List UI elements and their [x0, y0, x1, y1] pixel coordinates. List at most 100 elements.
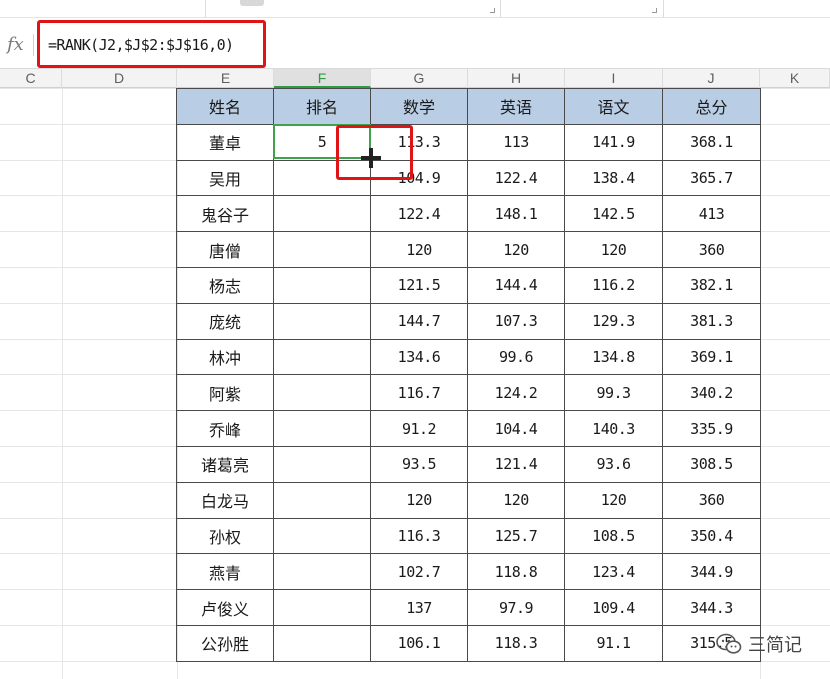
table-cell[interactable]: 阿紫	[176, 374, 274, 412]
table-cell[interactable]: 125.7	[467, 517, 565, 555]
table-cell[interactable]: 卢俊义	[176, 589, 274, 626]
table-cell[interactable]: 344.3	[662, 589, 761, 626]
table-cell[interactable]: 308.5	[662, 445, 761, 483]
table-cell[interactable]: 杨志	[176, 266, 274, 304]
table-header-cell[interactable]: 总分	[662, 88, 761, 125]
table-cell[interactable]: 99.3	[564, 374, 663, 412]
table-cell[interactable]: 诸葛亮	[176, 445, 274, 483]
table-cell[interactable]: 林冲	[176, 338, 274, 376]
dialog-launcher-icon[interactable]	[490, 8, 495, 13]
table-cell[interactable]: 5	[273, 123, 371, 161]
table-cell[interactable]: 109.4	[564, 589, 663, 626]
table-cell[interactable]	[273, 481, 371, 519]
table-cell[interactable]	[273, 338, 371, 376]
table-cell[interactable]: 120	[564, 231, 663, 268]
table-cell[interactable]: 91.2	[370, 410, 468, 447]
table-cell[interactable]: 108.5	[564, 517, 663, 555]
table-cell[interactable]: 116.2	[564, 266, 663, 304]
table-cell[interactable]: 公孙胜	[176, 624, 274, 662]
table-cell[interactable]: 140.3	[564, 410, 663, 447]
table-cell[interactable]: 122.4	[370, 195, 468, 233]
table-cell[interactable]: 381.3	[662, 302, 761, 340]
table-cell[interactable]: 144.4	[467, 266, 565, 304]
table-cell[interactable]: 102.7	[370, 553, 468, 591]
column-header-i[interactable]: I	[565, 69, 663, 88]
table-cell[interactable]: 350.4	[662, 517, 761, 555]
table-cell[interactable]: 118.8	[467, 553, 565, 591]
table-cell[interactable]: 118.3	[467, 624, 565, 662]
table-cell[interactable]: 庞统	[176, 302, 274, 340]
table-cell[interactable]	[273, 553, 371, 591]
table-cell[interactable]: 113.3	[370, 123, 468, 161]
table-cell[interactable]	[273, 517, 371, 555]
table-cell[interactable]: 唐僧	[176, 231, 274, 268]
column-header-d[interactable]: D	[62, 69, 177, 88]
table-cell[interactable]: 129.3	[564, 302, 663, 340]
table-cell[interactable]: 124.2	[467, 374, 565, 412]
column-header-e[interactable]: E	[178, 69, 274, 88]
table-cell[interactable]: 120	[467, 481, 565, 519]
toolbar-grip[interactable]	[240, 0, 264, 6]
table-cell[interactable]	[273, 410, 371, 447]
table-cell[interactable]: 93.6	[564, 445, 663, 483]
formula-input[interactable]: =RANK(J2,$J$2:$J$16,0)	[48, 36, 234, 54]
table-cell[interactable]: 120	[370, 481, 468, 519]
table-cell[interactable]: 白龙马	[176, 481, 274, 519]
table-cell[interactable]: 106.1	[370, 624, 468, 662]
table-header-cell[interactable]: 排名	[273, 88, 371, 125]
column-header-j[interactable]: J	[663, 69, 760, 88]
table-cell[interactable]: 乔峰	[176, 410, 274, 447]
table-cell[interactable]: 141.9	[564, 123, 663, 161]
table-cell[interactable]: 121.4	[467, 445, 565, 483]
table-cell[interactable]: 116.3	[370, 517, 468, 555]
table-cell[interactable]: 113	[467, 123, 565, 161]
table-cell[interactable]: 138.4	[564, 159, 663, 197]
table-cell[interactable]	[273, 266, 371, 304]
table-cell[interactable]	[273, 624, 371, 662]
table-cell[interactable]: 413	[662, 195, 761, 233]
table-cell[interactable]: 142.5	[564, 195, 663, 233]
table-cell[interactable]: 104.9	[370, 159, 468, 197]
table-cell[interactable]: 120	[564, 481, 663, 519]
table-cell[interactable]: 120	[370, 231, 468, 268]
column-header-g[interactable]: G	[371, 69, 468, 88]
table-cell[interactable]: 368.1	[662, 123, 761, 161]
column-header-k[interactable]: K	[760, 69, 830, 88]
dialog-launcher-icon[interactable]	[652, 8, 657, 13]
table-header-cell[interactable]: 语文	[564, 88, 663, 125]
table-cell[interactable]: 董卓	[176, 123, 274, 161]
table-cell[interactable]	[273, 159, 371, 197]
table-cell[interactable]: 123.4	[564, 553, 663, 591]
column-header-c[interactable]: C	[0, 69, 62, 88]
table-cell[interactable]: 吴用	[176, 159, 274, 197]
table-header-cell[interactable]: 姓名	[176, 88, 274, 125]
table-cell[interactable]: 335.9	[662, 410, 761, 447]
table-cell[interactable]: 382.1	[662, 266, 761, 304]
table-cell[interactable]: 104.4	[467, 410, 565, 447]
table-cell[interactable]: 91.1	[564, 624, 663, 662]
table-cell[interactable]: 97.9	[467, 589, 565, 626]
column-header-f[interactable]: F	[274, 69, 371, 88]
table-cell[interactable]: 122.4	[467, 159, 565, 197]
table-cell[interactable]: 344.9	[662, 553, 761, 591]
table-cell[interactable]: 107.3	[467, 302, 565, 340]
column-header-h[interactable]: H	[468, 69, 565, 88]
table-cell[interactable]	[273, 231, 371, 268]
table-cell[interactable]: 鬼谷子	[176, 195, 274, 233]
table-cell[interactable]: 134.6	[370, 338, 468, 376]
table-cell[interactable]: 360	[662, 481, 761, 519]
table-cell[interactable]	[273, 445, 371, 483]
table-cell[interactable]: 93.5	[370, 445, 468, 483]
table-header-cell[interactable]: 英语	[467, 88, 565, 125]
table-cell[interactable]: 365.7	[662, 159, 761, 197]
table-cell[interactable]: 116.7	[370, 374, 468, 412]
table-cell[interactable]: 99.6	[467, 338, 565, 376]
table-cell[interactable]: 148.1	[467, 195, 565, 233]
table-cell[interactable]: 360	[662, 231, 761, 268]
table-cell[interactable]: 144.7	[370, 302, 468, 340]
table-cell[interactable]	[273, 302, 371, 340]
table-cell[interactable]: 121.5	[370, 266, 468, 304]
table-cell[interactable]: 燕青	[176, 553, 274, 591]
table-cell[interactable]: 孙权	[176, 517, 274, 555]
table-cell[interactable]	[273, 195, 371, 233]
